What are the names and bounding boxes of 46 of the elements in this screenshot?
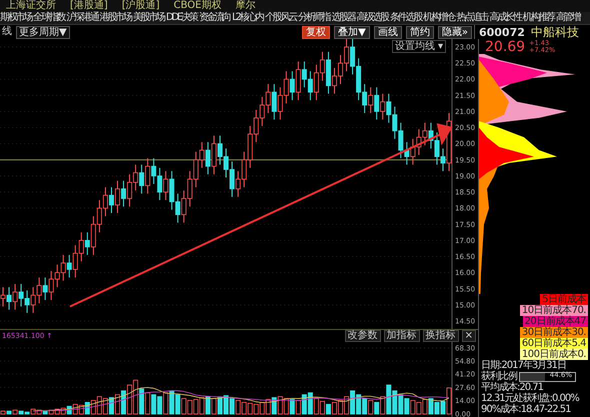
menu-item[interactable]: DDE决策	[166, 12, 198, 24]
menu-item[interactable]: 机构推荐	[522, 12, 555, 24]
legend-item: 10日前成本70.	[520, 305, 588, 316]
menu-item[interactable]: 分析师指	[298, 12, 330, 24]
toolbar-button[interactable]: 复权	[302, 26, 330, 38]
toolbar-button[interactable]: 画线	[374, 26, 402, 38]
info-text: 平均成本:20.71	[480, 382, 544, 393]
ma-setting-button[interactable]: 设置均线 ▾	[392, 40, 446, 53]
menu-item[interactable]: 高成长性	[490, 12, 522, 24]
top-link[interactable]: CBOE期权	[174, 0, 222, 12]
close-button[interactable]: ×	[462, 330, 476, 342]
info-text: 90%成本:18.47-22.51	[480, 404, 572, 415]
menu-item[interactable]: 沪深港通	[66, 12, 99, 24]
info-text: 12.31元处获利盘:0.00%	[480, 393, 580, 404]
indicator-button[interactable]: 加指标	[384, 330, 420, 342]
period-label: 线	[2, 26, 12, 38]
menu-item[interactable]: 个股风云	[264, 12, 298, 24]
indicator-button[interactable]: 换指标	[422, 330, 459, 342]
price: 20.69	[485, 38, 526, 54]
menu-item[interactable]: 高级选股	[356, 12, 389, 24]
legend-item: 30日前成本30.	[520, 327, 588, 338]
menu-item[interactable]: 条件选股	[390, 12, 422, 24]
legend-item: 100日前成本0.	[520, 349, 588, 360]
menu-item[interactable]: 机构增仓	[423, 12, 456, 24]
menu-item[interactable]: 选股器	[331, 12, 356, 24]
menu-item[interactable]: 港股市场	[100, 12, 132, 24]
menu-item[interactable]: L2核心内	[232, 12, 264, 24]
menu-item[interactable]: 美股市场	[132, 12, 166, 24]
top-link[interactable]: [港股通]	[70, 0, 108, 12]
menu-item[interactable]: 高管增	[556, 12, 580, 24]
date-text: 日期:2017年3月31日	[480, 360, 567, 371]
stock-code: 600072	[478, 26, 525, 38]
toolbar-button[interactable]: 叠加▼	[334, 26, 370, 38]
profit-ratio-label: 获利比例	[481, 371, 517, 382]
indicator-button[interactable]: 改参数	[344, 330, 381, 342]
legend-item: 20日前成本47	[522, 316, 588, 327]
legend-item: 60日前成本5.4	[520, 338, 588, 349]
toolbar-button[interactable]: 简约	[406, 26, 434, 38]
toolbar-button[interactable]: 隐藏»	[438, 26, 472, 38]
stock-name: 中船科技	[530, 24, 579, 40]
menu-item[interactable]: 热点追击	[456, 12, 489, 24]
menu-item[interactable]: 期权市场	[0, 12, 32, 24]
menu-item[interactable]: 全球指数	[33, 12, 66, 24]
menu-item[interactable]: 资金流向	[198, 12, 231, 24]
legend-item: 5日前成本	[540, 294, 588, 305]
period-dropdown[interactable]: 更多周期▼	[16, 26, 70, 38]
